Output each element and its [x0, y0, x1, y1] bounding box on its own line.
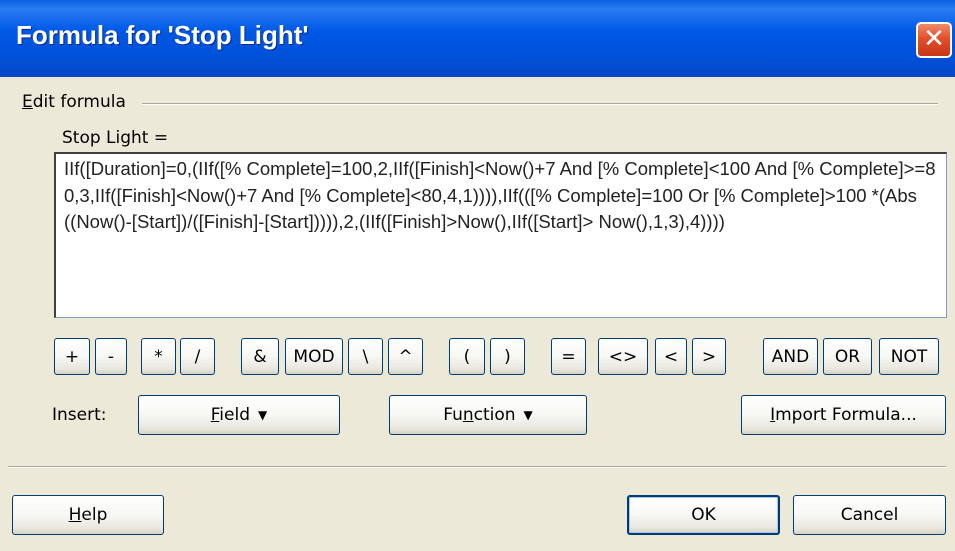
operator-multiply-button[interactable]: * — [141, 338, 176, 375]
operator-divide-button[interactable]: / — [180, 338, 215, 375]
title-bar[interactable]: Formula for 'Stop Light' ✕ — [0, 0, 955, 77]
window-title: Formula for 'Stop Light' — [16, 20, 309, 50]
insert-field-button[interactable]: Field ▼ — [138, 395, 340, 435]
ok-button[interactable]: OK — [627, 495, 780, 535]
operator-and-button[interactable]: AND — [763, 338, 818, 375]
operator-mod-button[interactable]: MOD — [285, 338, 343, 375]
import-formula-button[interactable]: Import Formula... — [741, 395, 946, 435]
operator-greater-than-button[interactable]: > — [692, 338, 726, 375]
caret-down-icon: ▼ — [258, 408, 268, 422]
operator-not-equal-button[interactable]: <> — [598, 338, 648, 375]
import-formula-label: Import Formula... — [770, 405, 917, 425]
operator-or-button[interactable]: OR — [823, 338, 872, 375]
operator-plus-button[interactable]: + — [54, 338, 90, 375]
caret-down-icon: ▼ — [523, 408, 533, 422]
footer-divider — [8, 466, 946, 468]
section-divider — [142, 103, 938, 105]
operator-concat-button[interactable]: & — [241, 338, 279, 375]
open-paren-button[interactable]: ( — [449, 338, 485, 375]
field-name-label: Stop Light = — [62, 128, 169, 148]
insert-field-label: Field — [210, 405, 250, 425]
insert-function-label: Function — [443, 405, 516, 425]
help-button[interactable]: Help — [12, 495, 164, 535]
operator-less-than-button[interactable]: < — [655, 338, 687, 375]
cancel-button[interactable]: Cancel — [793, 495, 946, 535]
operator-minus-button[interactable]: - — [95, 338, 127, 375]
close-icon: ✕ — [923, 24, 945, 54]
close-button[interactable]: ✕ — [916, 22, 952, 58]
edit-formula-label: Edit formula — [22, 92, 126, 112]
help-label: Help — [68, 505, 108, 525]
close-paren-button[interactable]: ) — [490, 338, 525, 375]
operator-int-divide-button[interactable]: \ — [348, 338, 383, 375]
insert-function-button[interactable]: Function ▼ — [389, 395, 587, 435]
operator-equals-button[interactable]: = — [551, 338, 586, 375]
insert-label: Insert: — [52, 405, 107, 425]
operator-power-button[interactable]: ^ — [388, 338, 423, 375]
operator-not-button[interactable]: NOT — [879, 338, 939, 375]
formula-textarea[interactable]: IIf([Duration]=0,(IIf([% Complete]=100,2… — [54, 152, 947, 318]
